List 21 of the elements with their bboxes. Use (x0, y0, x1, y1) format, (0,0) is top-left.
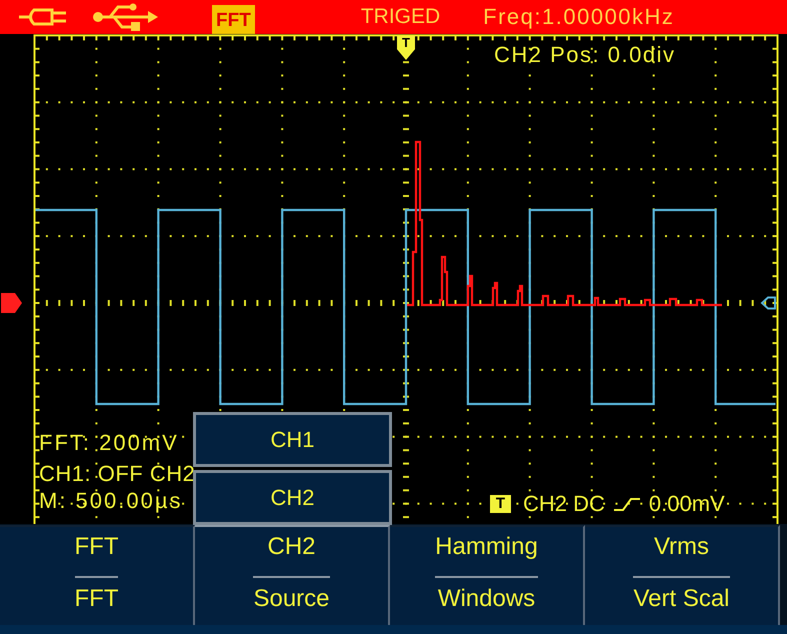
frequency-readout: Freq:1.00000kHz (483, 4, 674, 30)
source-option[interactable]: CH1 (193, 412, 392, 467)
softkey-button[interactable]: FFT FFT (0, 525, 195, 625)
trigger-marker: T (397, 36, 415, 60)
rising-edge-icon (614, 498, 640, 510)
fft-scale-readout: FFT: 200mV (39, 430, 179, 456)
trigger-level-readout: 0.00mV (648, 491, 725, 517)
fft-mode-badge: FFT (212, 5, 255, 34)
trigger-badge: T (490, 495, 511, 513)
level-marker-icon (760, 296, 776, 310)
usb-icon (92, 3, 158, 31)
source-option[interactable]: CH2 (193, 470, 392, 525)
level-marker-icon (1, 293, 22, 313)
trigger-status-text: TRIGED (360, 4, 440, 30)
softkey-button[interactable]: CH2 Source (195, 525, 390, 625)
softkey-button[interactable]: Vrms Vert Scal (585, 525, 780, 625)
timebase-readout: M: 500.00µs (39, 488, 183, 514)
trigger-source-readout: CH2 DC (523, 491, 605, 517)
softkey-button[interactable]: Hamming Windows (390, 525, 585, 625)
power-plug-icon (19, 7, 67, 27)
position-readout: CH2 Pos: 0.0div (494, 42, 676, 68)
